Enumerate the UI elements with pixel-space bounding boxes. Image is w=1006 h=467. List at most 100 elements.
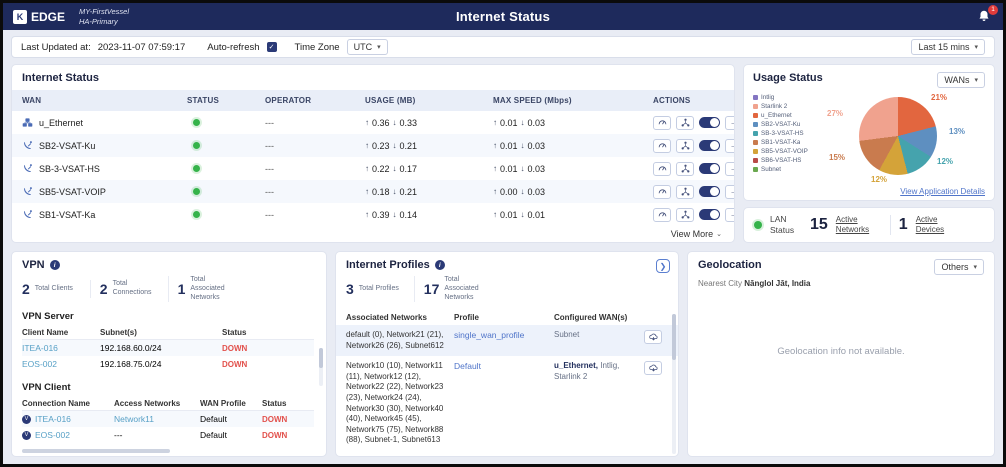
app-header: K EDGE MY-FirstVessel HA-Primary Interne… [3, 3, 1003, 30]
download-arrow-icon: ↓ [393, 187, 397, 196]
download-arrow-icon: ↓ [521, 164, 525, 173]
col-status: Status [262, 399, 314, 408]
diagnostics-button[interactable] [676, 139, 694, 153]
pie-percent-label: 12% [871, 175, 887, 184]
status-ok-dot [193, 119, 200, 126]
pie-percent-label: 12% [937, 157, 953, 166]
usage-up-value: 0.18 [372, 187, 390, 197]
diagnostics-button[interactable] [676, 162, 694, 176]
legend-label: Intlig [761, 94, 774, 101]
geolocation-filter-select[interactable]: Others ▾ [934, 259, 984, 275]
speed-test-button[interactable] [653, 208, 671, 222]
wan-name: SB-3-VSAT-HS [39, 164, 100, 174]
usage-filter-select[interactable]: WANs ▾ [937, 72, 985, 88]
topology-icon [681, 210, 690, 219]
chevron-down-icon: ▾ [973, 263, 977, 271]
toggle-knob [710, 210, 719, 219]
vpn-horizontal-scrollbar[interactable] [22, 449, 170, 453]
vpn-connection-name-link[interactable]: ITEA-016 [35, 414, 71, 424]
wan-details-button[interactable]: → [725, 139, 735, 153]
wan-enable-toggle[interactable] [699, 117, 720, 128]
timezone-select[interactable]: UTC ▾ [347, 39, 388, 55]
wan-details-button[interactable]: → [725, 116, 735, 130]
wan-profile-value: Default [200, 414, 262, 424]
vpn-client-name-link[interactable]: ITEA-016 [22, 343, 100, 353]
auto-refresh-checkbox[interactable] [267, 42, 277, 52]
profile-row: default (0), Network21 (21), Network26 (… [336, 325, 678, 356]
status-ok-dot [193, 211, 200, 218]
download-arrow-icon: ↓ [521, 141, 525, 150]
active-devices-link[interactable]: Active Devices [916, 215, 962, 235]
wan-row: SB-3-VSAT-HS --- ↑0.22 ↓0.17 ↑0.01 ↓0.03… [12, 157, 734, 180]
diagnostics-button[interactable] [676, 185, 694, 199]
vpn-connection-name-link[interactable]: EOS-002 [35, 430, 70, 440]
speed-test-button[interactable] [653, 185, 671, 199]
wan-details-button[interactable]: → [725, 162, 735, 176]
view-application-details-link[interactable]: View Application Details [900, 187, 985, 196]
notifications-button[interactable]: 1 [977, 9, 993, 25]
associated-networks-value: default (0), Network21 (21), Network26 (… [346, 330, 450, 351]
operator-value: --- [265, 164, 365, 174]
edge-logo-icon: K [13, 10, 27, 24]
scrollbar-thumb[interactable] [672, 314, 676, 360]
download-arrow-icon: ↓ [393, 141, 397, 150]
cloud-download-icon [649, 364, 658, 373]
expand-panel-button[interactable]: ❯ [656, 259, 670, 273]
wan-row: u_Ethernet --- ↑0.36 ↓0.33 ↑0.01 ↓0.03 → [12, 111, 734, 134]
wan-enable-toggle[interactable] [699, 186, 720, 197]
speed-test-button[interactable] [653, 162, 671, 176]
legend-swatch [753, 113, 758, 118]
speed-test-button[interactable] [653, 139, 671, 153]
diagnostics-button[interactable] [676, 208, 694, 222]
wan-details-button[interactable]: → [725, 185, 735, 199]
wan-enable-toggle[interactable] [699, 140, 720, 151]
topology-icon [681, 164, 690, 173]
usage-pie[interactable] [859, 97, 937, 175]
speed-test-button[interactable] [653, 116, 671, 130]
col-client-name: Client Name [22, 328, 100, 337]
profile-name-link[interactable]: single_wan_profile [454, 330, 550, 340]
gauge-icon [658, 164, 667, 173]
satellite-dish-icon [22, 186, 33, 197]
upload-arrow-icon: ↑ [493, 210, 497, 219]
info-icon[interactable]: i [50, 260, 60, 270]
wan-name: SB1-VSAT-Ka [39, 210, 95, 220]
access-network-link[interactable]: Network11 [114, 414, 200, 424]
vpn-client-name-link[interactable]: EOS-002 [22, 359, 100, 369]
notification-badge: 1 [988, 5, 998, 15]
apply-profile-button[interactable] [644, 330, 662, 344]
view-more-link[interactable]: View More ⌄ [671, 229, 722, 239]
active-networks-link[interactable]: Active Networks [836, 215, 882, 235]
edge-logo: K EDGE [13, 10, 65, 24]
satellite-dish-icon [22, 163, 33, 174]
profile-name-link[interactable]: Default [454, 361, 550, 371]
info-icon[interactable]: i [435, 260, 445, 270]
diagnostics-button[interactable] [676, 116, 694, 130]
legend-swatch [753, 131, 758, 136]
wan-enable-toggle[interactable] [699, 163, 720, 174]
vpn-server-row: ITEA-016 192.168.60.0/24 DOWN [22, 340, 314, 356]
total-profiles-label: Total Profiles [359, 285, 405, 294]
time-range-value: Last 15 mins [918, 42, 969, 52]
speed-up-value: 0.01 [500, 210, 518, 220]
vpn-server-scrollbar[interactable] [319, 348, 323, 386]
profiles-scrollbar[interactable] [672, 314, 676, 454]
active-devices-count: 1 [899, 216, 908, 234]
cloud-download-icon [649, 333, 658, 342]
legend-item: SB6-VSAT-HS [753, 157, 827, 164]
scrollbar-thumb[interactable] [319, 348, 323, 368]
wan-name: SB2-VSAT-Ku [39, 141, 95, 151]
vpn-title: VPN [22, 259, 45, 271]
usage-status-title: Usage Status [753, 72, 823, 84]
wan-row: SB5-VSAT-VOIP --- ↑0.18 ↓0.21 ↑0.00 ↓0.0… [12, 180, 734, 203]
wan-enable-toggle[interactable] [699, 209, 720, 220]
legend-item: SB1-VSAT-Ka [753, 139, 827, 146]
wan-details-button[interactable]: → [725, 208, 735, 222]
chevron-down-icon: ▾ [974, 43, 978, 51]
upload-arrow-icon: ↑ [493, 187, 497, 196]
legend-label: SB-3-VSAT-HS [761, 130, 804, 137]
time-range-select[interactable]: Last 15 mins ▾ [911, 39, 985, 55]
vessel-name: MY-FirstVessel [79, 7, 129, 17]
legend-label: Subnet [761, 166, 781, 173]
apply-profile-button[interactable] [644, 361, 662, 375]
